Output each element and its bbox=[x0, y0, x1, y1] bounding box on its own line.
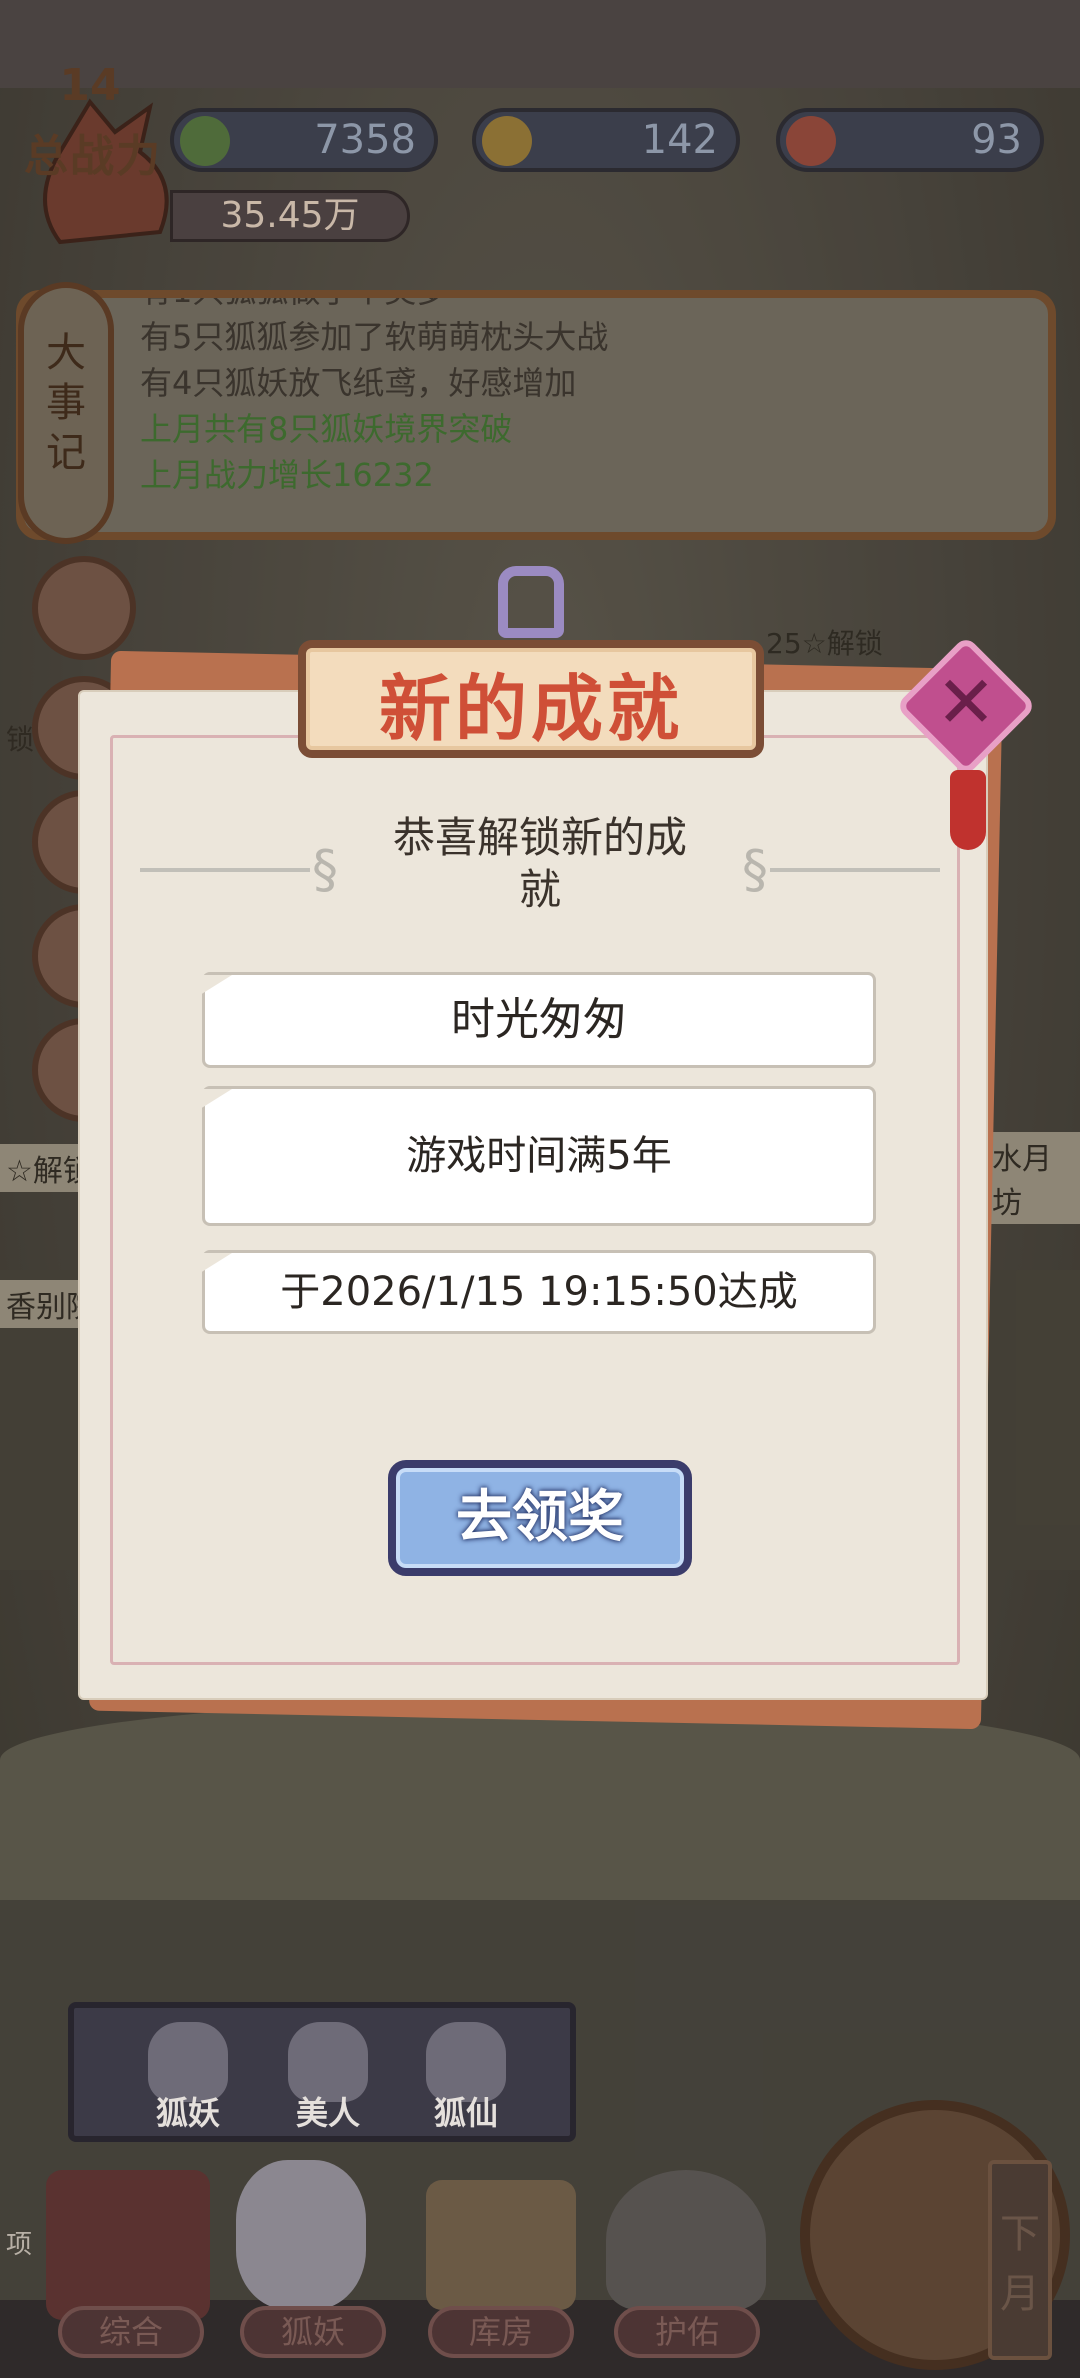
tassel-ornament bbox=[950, 770, 986, 850]
divider-left bbox=[140, 868, 310, 872]
resource-peach[interactable]: 93 bbox=[776, 108, 1044, 172]
achievement-timestamp: 于2026/1/15 19:15:50达成 bbox=[202, 1250, 876, 1334]
gold-ingot-icon bbox=[482, 116, 532, 166]
power-value: 35.45万 bbox=[170, 190, 410, 242]
modal-title: 新的成就 bbox=[378, 667, 683, 751]
peach-icon bbox=[786, 116, 836, 166]
event-tab-char: 大 bbox=[46, 330, 86, 376]
resource-leaf[interactable]: 7358 bbox=[170, 108, 438, 172]
cloud-ornament-icon: § bbox=[312, 840, 338, 900]
unlock-requirement: 25☆解锁 bbox=[760, 620, 889, 664]
nav-general[interactable]: 综合 bbox=[58, 2306, 204, 2358]
star-icon: ☆ bbox=[801, 627, 827, 660]
category-tab-beauty[interactable]: 美人 bbox=[268, 2088, 388, 2134]
category-tab-immortal[interactable]: 狐仙 bbox=[406, 2088, 526, 2134]
left-lock-label: 锁 bbox=[6, 723, 35, 756]
lotus-icon[interactable] bbox=[606, 2170, 766, 2310]
modal-subtitle: 恭喜解锁新的成就 bbox=[392, 813, 687, 914]
event-line: 有5只狐狐参加了软萌萌枕头大战 bbox=[140, 318, 609, 356]
event-line: 有1只狐狐做了个美梦 bbox=[140, 298, 1020, 314]
event-log-list: 有1只狐狐做了个美梦 有5只狐狐参加了软萌萌枕头大战 有4只狐妖放飞纸鸢，好感增… bbox=[140, 298, 1020, 528]
resource-peach-value: 93 bbox=[971, 117, 1022, 163]
nav-blessing[interactable]: 护佑 bbox=[614, 2306, 760, 2358]
close-icon[interactable]: ✕ bbox=[916, 652, 1016, 752]
event-tab-char: 事 bbox=[46, 380, 86, 426]
event-tab-char: 记 bbox=[46, 430, 86, 476]
event-line: 上月战力增长16232 bbox=[140, 456, 434, 494]
star-icon: ☆ bbox=[6, 1154, 33, 1189]
event-line: 有4只狐妖放飞纸鸢，好感增加 bbox=[140, 364, 577, 402]
power-label: 总战力 bbox=[24, 131, 162, 182]
treasure-box-icon[interactable] bbox=[426, 2180, 576, 2310]
status-bar bbox=[0, 0, 1080, 88]
resource-gold[interactable]: 142 bbox=[472, 108, 740, 172]
event-line: 上月共有8只狐妖境界突破 bbox=[140, 410, 513, 448]
gate-icon[interactable] bbox=[46, 2170, 210, 2320]
resource-leaf-value: 7358 bbox=[314, 117, 416, 163]
scroll-hanger bbox=[498, 566, 564, 638]
player-level: 14 bbox=[59, 60, 121, 111]
unlock-cost: 25 bbox=[766, 627, 802, 660]
fox-mask-icon[interactable] bbox=[236, 2160, 366, 2310]
left-edge-char: 项 bbox=[6, 2230, 33, 2260]
building-label-right[interactable]: 水月坊 bbox=[986, 1132, 1080, 1224]
leaf-icon bbox=[180, 116, 230, 166]
divider-right bbox=[770, 868, 940, 872]
resource-gold-value: 142 bbox=[641, 117, 718, 163]
nav-storehouse[interactable]: 库房 bbox=[428, 2306, 574, 2358]
category-tab-fox[interactable]: 狐妖 bbox=[128, 2088, 248, 2134]
unlock-text: 解锁 bbox=[826, 627, 883, 660]
next-month-button[interactable]: 下月 bbox=[988, 2160, 1052, 2360]
nav-fox[interactable]: 狐妖 bbox=[240, 2306, 386, 2358]
event-log-tab[interactable]: 大 事 记 bbox=[18, 282, 114, 544]
settings-gear-icon[interactable] bbox=[32, 556, 136, 660]
achievement-name: 时光匆匆 bbox=[202, 972, 876, 1068]
achievement-description: 游戏时间满5年 bbox=[202, 1086, 876, 1226]
claim-reward-label[interactable]: 去领奖 bbox=[388, 1480, 692, 1556]
